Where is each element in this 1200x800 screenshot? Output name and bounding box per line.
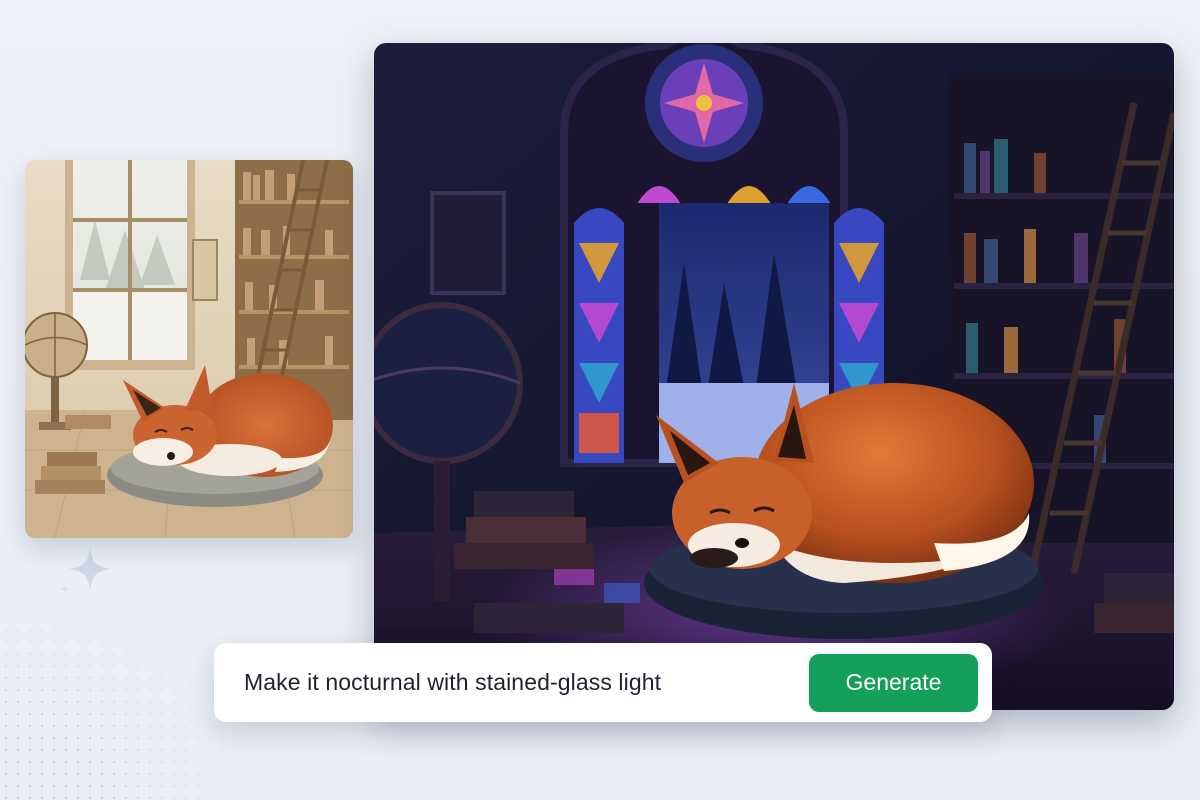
dot-pattern <box>0 600 240 800</box>
prompt-input[interactable]: Make it nocturnal with stained-glass lig… <box>244 669 661 696</box>
generate-button[interactable]: Generate <box>809 653 978 712</box>
source-illustration <box>25 160 353 538</box>
prompt-bar: Make it nocturnal with stained-glass lig… <box>214 643 992 722</box>
sparkle-icon <box>68 547 112 591</box>
generated-image <box>374 43 1174 710</box>
sparkle-small-icon <box>60 584 70 594</box>
generated-illustration <box>374 43 1174 710</box>
source-image <box>25 160 353 538</box>
